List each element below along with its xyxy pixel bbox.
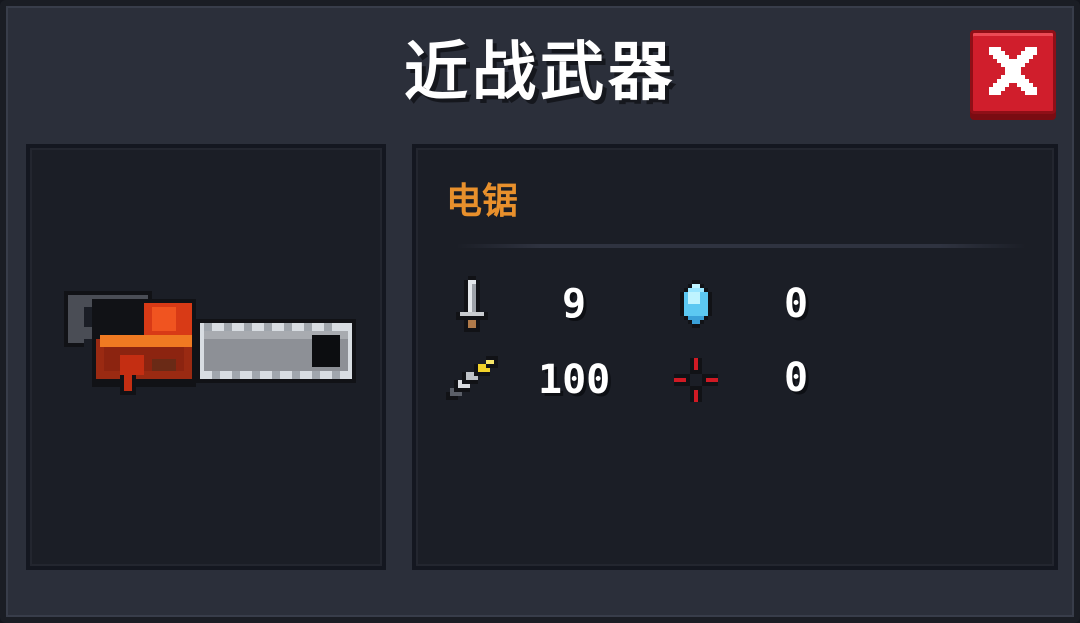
damage-value: 9 <box>562 281 587 327</box>
weapon-stats-panel: 电锯 9 0 100 0 <box>412 144 1058 570</box>
crit-value: 0 <box>784 355 809 401</box>
accuracy-value: 100 <box>538 357 611 403</box>
chainsaw-sprite <box>64 291 356 395</box>
close-button[interactable] <box>970 30 1056 114</box>
weapon-preview-panel <box>26 144 386 570</box>
energy-cost-value: 0 <box>784 281 809 327</box>
weapon-name: 电锯 <box>446 181 519 222</box>
dialog-title: 近战武器 <box>404 36 676 110</box>
crosshair-icon <box>674 358 718 402</box>
sword-icon <box>456 276 488 332</box>
energy-crystal-icon <box>680 280 712 328</box>
quill-icon <box>446 356 498 400</box>
close-x-icon <box>989 47 1037 95</box>
divider <box>456 244 1026 248</box>
